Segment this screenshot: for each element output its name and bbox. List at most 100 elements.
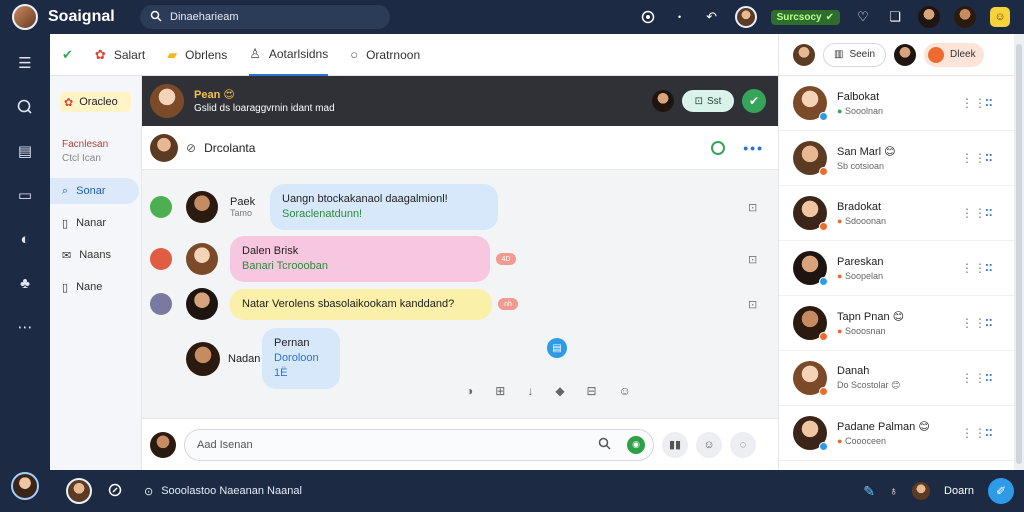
global-search[interactable] (140, 5, 390, 29)
tag-button[interactable]: Dleek (924, 42, 984, 67)
more-icon[interactable]: ⋯ (14, 316, 36, 338)
sub-item-sonar[interactable]: ⌕ Sonar (50, 178, 139, 204)
user-avatar[interactable] (954, 6, 976, 28)
chat-avatar[interactable] (150, 84, 184, 118)
reply-icon[interactable]: ↶ (703, 8, 721, 26)
seen-button[interactable]: ▥ Seein (823, 42, 887, 67)
contact-item[interactable]: Padane Palman 😊 ● Coooceen ⋮⋮ ⁚⁚ (779, 406, 1014, 461)
user-icon: ♙ (249, 45, 261, 61)
oracleo-pill[interactable]: ✿ Oracleo (60, 92, 131, 112)
participant-avatar[interactable] (652, 90, 674, 112)
confirm-button[interactable]: ✔ (742, 89, 766, 113)
contact-item[interactable]: Bradokat ● Sdooonan ⋮⋮ ⁚⁚ (779, 186, 1014, 241)
tab-oratrnoon[interactable]: ○ Oratrnoon (350, 34, 420, 76)
more-icon[interactable]: ⁚⁚ (985, 318, 993, 329)
drag-handle-icon[interactable]: ⋮⋮ (961, 316, 987, 330)
message-input[interactable] (197, 438, 587, 451)
message-bubble[interactable]: Uangn btockakanaol daagalmionl! Soraclen… (270, 184, 498, 230)
notification-icon[interactable]: ✎ (863, 483, 875, 500)
inbox-icon[interactable]: ▭ (14, 184, 36, 206)
mail-icon: ✉ (62, 249, 72, 262)
tab-salart[interactable]: ✿ Salart (95, 34, 145, 76)
compose-field[interactable]: ◉ (184, 428, 654, 461)
sub-item-nanar[interactable]: ▯ Nanar (50, 210, 141, 236)
tab-obrlens[interactable]: ▰ Obrlens (167, 34, 227, 76)
message-bubble[interactable]: Pernan Doroloon 1Ë (262, 328, 340, 389)
heart-icon[interactable]: ♡ (854, 8, 872, 26)
copy-icon[interactable]: ⊟ (587, 384, 597, 398)
contact-item[interactable]: Pareskan ● Soopelan ⋮⋮ ⁚⁚ (779, 241, 1014, 296)
contact-item[interactable]: San Marl 😊 Sb cotsioan ⋮⋮ ⁚⁚ (779, 131, 1014, 186)
message-bubble[interactable]: Natar Verolens sbasolaikookam kanddand? (230, 288, 492, 320)
tab-aotarlsidns[interactable]: ♙ Aotarlsidns (249, 34, 329, 76)
compose-button[interactable]: ✐ (988, 478, 1014, 504)
sender-avatar[interactable] (186, 288, 218, 320)
at-icon[interactable] (108, 483, 122, 500)
contact-item[interactable]: Tapn Pnan 😊 ● Sooosnan ⋮⋮ ⁚⁚ (779, 296, 1014, 351)
more-icon[interactable]: ⁚⁚ (985, 373, 993, 384)
sub-item-nane[interactable]: ▯ Nane (50, 274, 141, 300)
scroll-down-button[interactable]: ▤ (547, 338, 567, 358)
tag-label: Dleek (950, 49, 976, 60)
sub-item-naans[interactable]: ✉ Naans (50, 242, 141, 268)
set-button[interactable]: ⊡ Sst (682, 90, 734, 112)
scrollbar-thumb[interactable] (1016, 44, 1022, 464)
emoji-button[interactable]: ☺ (696, 431, 722, 458)
message-row: Natar Verolens sbasolaikookam kanddand? … (142, 288, 757, 320)
chat-icon[interactable] (14, 96, 36, 118)
reaction-icon[interactable]: ◑ (466, 384, 473, 398)
more-icon[interactable]: ⁚⁚ (985, 153, 993, 164)
user-avatar[interactable] (912, 482, 931, 500)
more-icon[interactable]: ⁚⁚ (985, 428, 993, 439)
more-icon[interactable]: ⁚⁚ (985, 98, 993, 109)
tag-icon[interactable]: ◆ (555, 384, 564, 398)
bookmark-icon[interactable]: ❏ (886, 8, 904, 26)
status-dot (819, 112, 828, 121)
files-icon[interactable]: ▤ (14, 140, 36, 162)
message-bubble[interactable]: Dalen Brisk Banari Tcroooban (230, 236, 490, 282)
menu-icon[interactable]: ☰ (14, 52, 36, 74)
tab-check[interactable]: ✔ (62, 34, 73, 76)
search-input[interactable] (170, 11, 370, 23)
panel-avatar[interactable] (894, 43, 917, 66)
edit-icon[interactable]: ⊘ (186, 141, 196, 155)
user-avatar[interactable] (66, 478, 92, 504)
message-row: Nadan Pernan Doroloon 1Ë (142, 328, 340, 389)
pin-icon[interactable]: ↓ (527, 384, 533, 398)
online-icon[interactable] (711, 140, 726, 155)
audio-button[interactable]: ▮▮ (662, 431, 688, 458)
drag-handle-icon[interactable]: ⋮⋮ (961, 261, 987, 275)
notifications-icon[interactable]: ♣ (14, 272, 36, 294)
drag-handle-icon[interactable]: ⋮⋮ (961, 371, 987, 385)
more-button[interactable]: ◌ (730, 431, 756, 458)
profile-avatar[interactable] (11, 472, 39, 500)
contact-item[interactable]: Falbokat ● Sooolnan ⋮⋮ ⁚⁚ (779, 76, 1014, 131)
brand-avatar[interactable] (12, 4, 38, 30)
drag-handle-icon[interactable]: ⋮⋮ (961, 96, 987, 110)
more-icon[interactable]: ⁚⁚ (985, 208, 993, 219)
emoji-icon[interactable]: ☺ (619, 384, 631, 398)
drag-handle-icon[interactable]: ⋮⋮ (961, 151, 987, 165)
panel-avatar[interactable] (793, 43, 815, 66)
attach-icon[interactable]: ⊞ (495, 384, 505, 398)
conversation-avatar[interactable] (150, 133, 178, 162)
sender-avatar[interactable] (186, 341, 220, 376)
more-options-icon[interactable]: ••• (743, 140, 764, 156)
drag-handle-icon[interactable]: ⋮⋮ (961, 426, 987, 440)
drag-handle-icon[interactable]: ⋮⋮ (961, 206, 987, 220)
sender-avatar[interactable] (186, 243, 218, 275)
status-dot (819, 387, 828, 396)
search-icon[interactable] (598, 437, 611, 453)
sender-avatar[interactable] (186, 191, 218, 223)
group-icon[interactable]: ◐ (14, 228, 36, 250)
more-icon[interactable]: ⁚⁚ (985, 263, 993, 274)
badge-icon[interactable]: ☺ (990, 7, 1010, 27)
user-avatar[interactable] (918, 6, 940, 28)
record-icon[interactable] (639, 8, 657, 26)
send-icon[interactable]: ◉ (627, 435, 645, 454)
contact-item[interactable]: Danah Do Scostolar 😊 ⋮⋮ ⁚⁚ (779, 351, 1014, 406)
location-icon[interactable]: ♁ (889, 484, 898, 498)
user-avatar[interactable] (734, 6, 757, 28)
status-pill[interactable]: Surcsocy ✔ (770, 9, 840, 25)
panel-scrollbar[interactable] (1014, 34, 1024, 470)
